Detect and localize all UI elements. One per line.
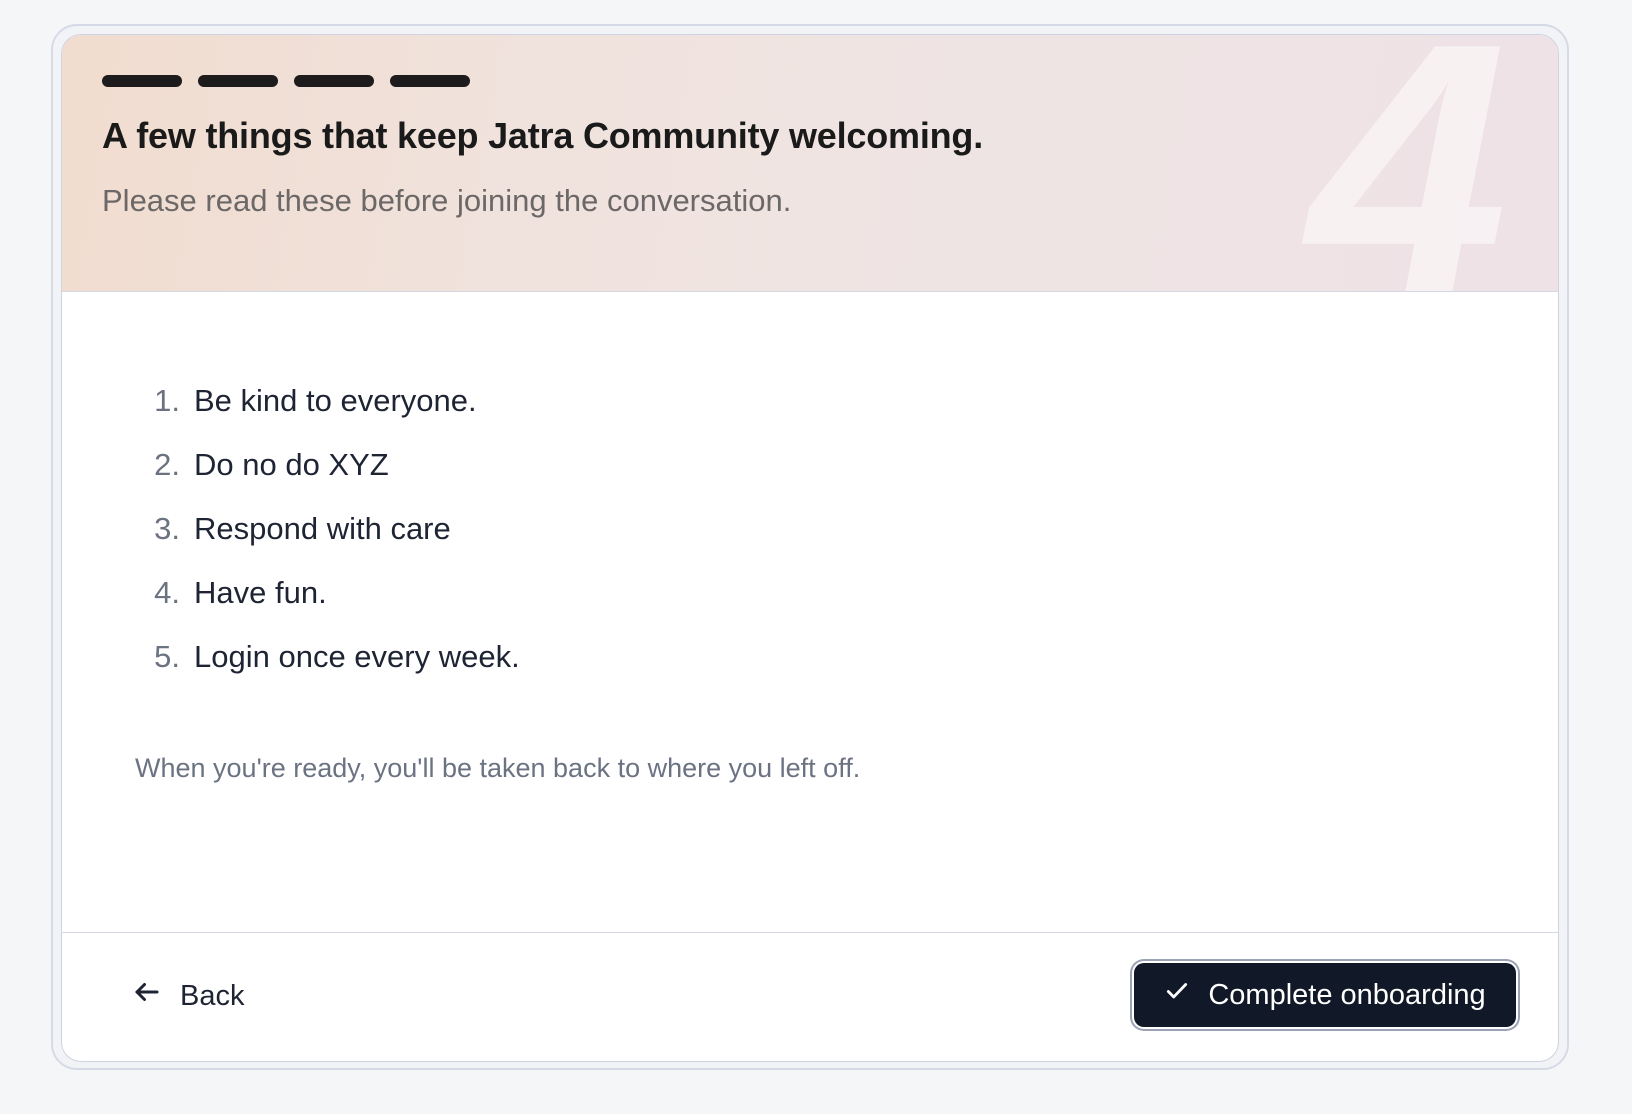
progress-segment xyxy=(294,75,374,87)
back-button-label: Back xyxy=(180,979,245,1012)
rule-number: 2. xyxy=(154,447,180,482)
rule-text: Be kind to everyone. xyxy=(194,383,477,418)
progress-segment xyxy=(198,75,278,87)
onboarding-footer: Back Complete onboarding xyxy=(62,932,1558,1061)
page-title: A few things that keep Jatra Community w… xyxy=(102,115,984,156)
rule-item: 3. Respond with care xyxy=(142,511,520,575)
progress-segment xyxy=(102,75,182,87)
onboarding-card: 4 A few things that keep Jatra Community… xyxy=(61,34,1559,1062)
onboarding-header: 4 A few things that keep Jatra Community… xyxy=(62,35,1558,292)
rule-number: 3. xyxy=(154,511,180,546)
community-rules-list: 1. Be kind to everyone. 2. Do no do XYZ … xyxy=(142,383,520,703)
rule-number: 4. xyxy=(154,575,180,610)
rule-item: 5. Login once every week. xyxy=(142,639,520,703)
complete-button-label: Complete onboarding xyxy=(1208,978,1486,1011)
progress-indicator xyxy=(102,75,470,87)
step-number-watermark: 4 xyxy=(1307,35,1508,292)
back-button[interactable]: Back xyxy=(132,969,244,1023)
progress-segment xyxy=(390,75,470,87)
rule-text: Have fun. xyxy=(194,575,327,610)
rule-number: 5. xyxy=(154,639,180,674)
arrow-left-icon xyxy=(132,977,162,1015)
rule-item: 2. Do no do XYZ xyxy=(142,447,520,511)
rule-text: Do no do XYZ xyxy=(194,447,389,482)
rule-text: Login once every week. xyxy=(194,639,520,674)
page-subtitle: Please read these before joining the con… xyxy=(102,183,792,218)
rule-text: Respond with care xyxy=(194,511,451,546)
check-icon xyxy=(1164,978,1190,1012)
ready-footnote: When you're ready, you'll be taken back … xyxy=(135,753,861,783)
rule-number: 1. xyxy=(154,383,180,418)
rule-item: 1. Be kind to everyone. xyxy=(142,383,520,447)
rule-item: 4. Have fun. xyxy=(142,575,520,639)
complete-onboarding-button[interactable]: Complete onboarding xyxy=(1134,963,1516,1027)
